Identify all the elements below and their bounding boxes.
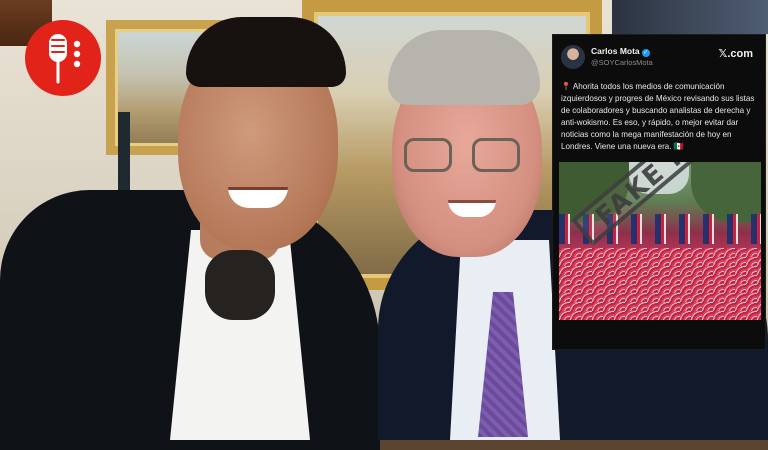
person-right-hair [388,30,540,105]
microphone-icon [49,34,81,84]
person-left-scarf [205,250,275,320]
tweet-image[interactable]: FAKE NEWS [559,161,761,320]
author-name-text[interactable]: Carlos Mota [591,46,640,56]
crowd [559,247,761,320]
tweet-text: Ahorita todos los medios de comunicación… [561,82,755,152]
mexico-flag-icon: 🇲🇽 [673,142,684,152]
author-handle[interactable]: @SOYCarlosMota [591,58,653,67]
trees-right [691,161,761,222]
avatar[interactable] [561,45,585,69]
pin-icon: 📍 [561,82,572,91]
person-left-hair [186,17,346,87]
screen-corner [612,0,768,34]
brand-logo[interactable] [25,20,101,96]
author-name[interactable]: Carlos Mota ✓ [591,46,650,57]
x-logo[interactable]: 𝕏.com [718,47,753,60]
tweet-header: Carlos Mota ✓ @SOYCarlosMota 𝕏.com [559,41,759,75]
tweet-card[interactable]: Carlos Mota ✓ @SOYCarlosMota 𝕏.com 📍 Ahor… [552,34,766,350]
glasses-left-lens [404,138,452,172]
glasses-right-lens [472,138,520,172]
verified-badge-icon: ✓ [641,49,650,57]
tweet-body: 📍 Ahorita todos los medios de comunicaci… [561,81,757,154]
